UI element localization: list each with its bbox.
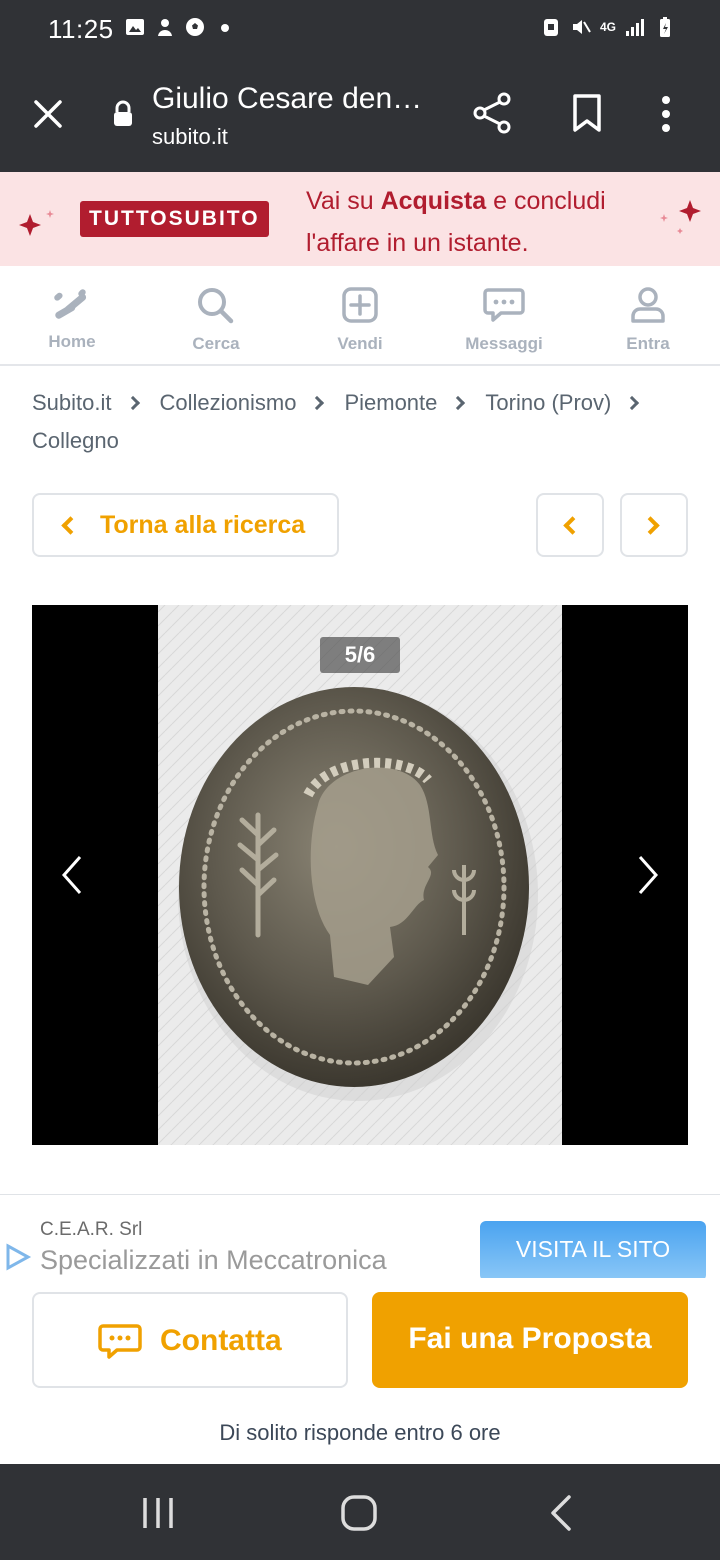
breadcrumb-link[interactable]: Collegno bbox=[32, 428, 119, 453]
nav-label: Entra bbox=[626, 334, 670, 353]
app-notification-icon bbox=[158, 19, 172, 36]
status-time: 11:25 bbox=[48, 14, 114, 44]
make-offer-button[interactable]: Fai una Proposta bbox=[372, 1292, 688, 1388]
tuttosubito-badge: TUTTOSUBITO bbox=[80, 201, 269, 237]
chevron-right-icon bbox=[451, 395, 466, 411]
photo-gallery[interactable]: 5/6 bbox=[32, 605, 688, 1145]
status-system-icons: 4G bbox=[540, 16, 676, 38]
breadcrumb-link[interactable]: Subito.it bbox=[32, 390, 112, 415]
nav-label: Home bbox=[48, 332, 96, 351]
previous-listing-button[interactable] bbox=[536, 493, 604, 557]
chat-icon bbox=[483, 288, 525, 322]
alarm-icon bbox=[543, 19, 558, 36]
chevron-right-icon bbox=[310, 395, 325, 411]
chat-icon bbox=[98, 1324, 142, 1359]
nav-search[interactable]: Cerca bbox=[144, 266, 288, 364]
gallery-icon bbox=[126, 19, 144, 35]
contact-button[interactable]: Contatta bbox=[32, 1292, 348, 1388]
soccer-ball-icon bbox=[186, 18, 204, 36]
chevron-right-icon bbox=[641, 516, 660, 535]
mute-icon bbox=[572, 20, 591, 34]
sparkle-icon bbox=[19, 210, 54, 236]
main-navigation: Home Cerca Vendi Messaggi Entra bbox=[0, 266, 720, 366]
nav-label: Messaggi bbox=[465, 334, 543, 353]
breadcrumb-link[interactable]: Collezionismo bbox=[160, 390, 297, 415]
home-logo-icon bbox=[54, 289, 87, 319]
visit-site-button[interactable]: VISITA IL SITO bbox=[480, 1221, 706, 1278]
chevron-left-icon bbox=[61, 516, 80, 535]
contact-label: Contatta bbox=[160, 1324, 282, 1357]
nav-login[interactable]: Entra bbox=[576, 266, 720, 364]
ad-banner[interactable]: C.E.A.R. Srl Specializzati in Meccatroni… bbox=[0, 1194, 720, 1278]
more-options-icon[interactable] bbox=[660, 94, 672, 134]
chevron-right-icon bbox=[125, 395, 140, 411]
promo-banner[interactable]: TUTTOSUBITO Vai su Acquista e concludi l… bbox=[0, 172, 720, 266]
ad-advertiser: C.E.A.R. Srl bbox=[40, 1219, 143, 1240]
recent-apps-icon[interactable] bbox=[140, 1496, 176, 1530]
share-icon[interactable] bbox=[472, 92, 512, 134]
status-notification-icons bbox=[124, 16, 236, 38]
battery-icon bbox=[660, 17, 670, 37]
dot-icon bbox=[221, 24, 229, 32]
gallery-prev-icon[interactable] bbox=[58, 853, 88, 897]
bookmark-icon[interactable] bbox=[570, 92, 604, 134]
chevron-right-icon bbox=[625, 395, 640, 411]
make-offer-label: Fai una Proposta bbox=[408, 1322, 652, 1355]
ad-headline[interactable]: Specializzati in Meccatronica bbox=[40, 1245, 387, 1276]
plus-square-icon bbox=[342, 287, 378, 323]
chevron-left-icon bbox=[563, 516, 582, 535]
nav-label: Cerca bbox=[192, 334, 240, 353]
browser-toolbar: Giulio Cesare den… subito.it bbox=[0, 60, 720, 172]
nav-home[interactable]: Home bbox=[0, 266, 144, 364]
lock-icon bbox=[114, 100, 132, 126]
status-bar: 11:25 4G bbox=[0, 0, 720, 60]
page-title[interactable]: Giulio Cesare den… bbox=[152, 82, 442, 116]
breadcrumb: Subito.it Collezionismo Piemonte Torino (Pr… bbox=[32, 384, 692, 460]
page-url[interactable]: subito.it bbox=[152, 124, 228, 150]
promo-text: Vai su Acquista e concludi l'affare in u… bbox=[306, 187, 606, 257]
adchoices-icon[interactable] bbox=[4, 1243, 32, 1271]
next-listing-button[interactable] bbox=[620, 493, 688, 557]
user-icon bbox=[631, 287, 665, 323]
breadcrumb-link[interactable]: Piemonte bbox=[344, 390, 437, 415]
home-button-icon[interactable] bbox=[340, 1494, 378, 1532]
close-icon[interactable] bbox=[30, 96, 66, 132]
photo-counter: 5/6 bbox=[320, 637, 400, 673]
back-to-search-button[interactable]: Torna alla ricerca bbox=[32, 493, 339, 557]
back-to-search-label: Torna alla ricerca bbox=[100, 511, 306, 539]
signal-icon bbox=[626, 19, 644, 36]
search-icon bbox=[198, 288, 234, 324]
nav-sell[interactable]: Vendi bbox=[288, 266, 432, 364]
gallery-next-icon[interactable] bbox=[632, 853, 662, 897]
network-type: 4G bbox=[599, 19, 616, 34]
nav-label: Vendi bbox=[337, 334, 383, 353]
system-navigation-bar bbox=[0, 1464, 720, 1560]
nav-messages[interactable]: Messaggi bbox=[432, 266, 576, 364]
breadcrumb-link[interactable]: Torino (Prov) bbox=[485, 390, 611, 415]
coin-image bbox=[158, 605, 562, 1145]
listing-photo[interactable] bbox=[158, 605, 562, 1145]
reply-time-note: Di solito risponde entro 6 ore bbox=[219, 1420, 501, 1445]
back-button-icon[interactable] bbox=[548, 1494, 574, 1532]
sparkle-icon bbox=[660, 200, 701, 234]
